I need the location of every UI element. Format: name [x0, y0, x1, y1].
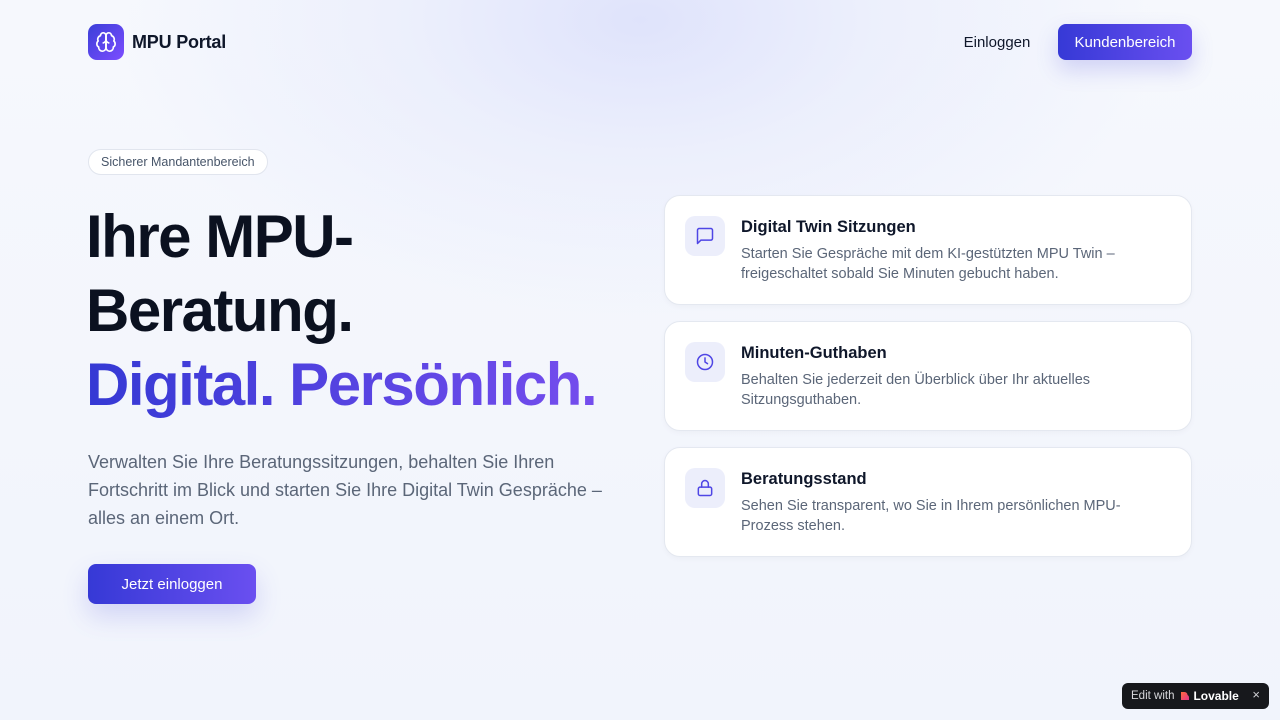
- heart-icon: [1181, 692, 1190, 700]
- close-icon[interactable]: ×: [1252, 687, 1260, 702]
- headline-line-3: Digital. Persönlich.: [86, 348, 646, 422]
- hero-lead-text: Verwalten Sie Ihre Beratungssitzungen, b…: [88, 452, 602, 528]
- feature-title: Minuten-Guthaben: [741, 344, 887, 362]
- feature-description: Sehen Sie transparent, wo Sie in Ihrem p…: [741, 498, 1121, 534]
- feature-description: Behalten Sie jederzeit den Überblick übe…: [741, 372, 1091, 408]
- headline-line-2: Beratung.: [86, 277, 354, 344]
- brain-icon: [88, 24, 124, 60]
- lovable-brand-text: Lovable: [1193, 689, 1239, 703]
- headline-line-1: Ihre MPU-: [86, 203, 354, 270]
- site-header: MPU Portal Einloggen Kundenbereich: [0, 0, 1280, 84]
- message-square-icon: [685, 216, 725, 256]
- lovable-logo: Lovable: [1180, 689, 1239, 703]
- edit-with-lovable-badge[interactable]: Edit with Lovable ×: [1122, 683, 1269, 709]
- feature-description: Starten Sie Gespräche mit dem KI-gestütz…: [741, 246, 1115, 282]
- logo-link[interactable]: MPU Portal: [88, 24, 226, 60]
- feature-card-consulting-status: Beratungsstand Sehen Sie transparent, wo…: [664, 447, 1192, 557]
- feature-card-minutes-balance: Minuten-Guthaben Behalten Sie jederzeit …: [664, 321, 1192, 431]
- clock-icon: [685, 342, 725, 382]
- customer-area-button[interactable]: Kundenbereich: [1058, 24, 1192, 60]
- logo-text: MPU Portal: [132, 31, 227, 52]
- login-link[interactable]: Einloggen: [950, 24, 1044, 60]
- hero-headline: Ihre MPU- Beratung. Digital. Persönlich.: [86, 200, 646, 422]
- login-now-button[interactable]: Jetzt einloggen: [88, 564, 256, 604]
- secure-area-badge: Sicherer Mandantenbereich: [88, 149, 268, 175]
- feature-title: Beratungsstand: [741, 470, 867, 488]
- lock-icon: [685, 468, 725, 508]
- lovable-prefix: Edit with: [1131, 690, 1175, 702]
- feature-card-digital-twin: Digital Twin Sitzungen Starten Sie Gespr…: [664, 195, 1192, 305]
- feature-title: Digital Twin Sitzungen: [741, 218, 916, 236]
